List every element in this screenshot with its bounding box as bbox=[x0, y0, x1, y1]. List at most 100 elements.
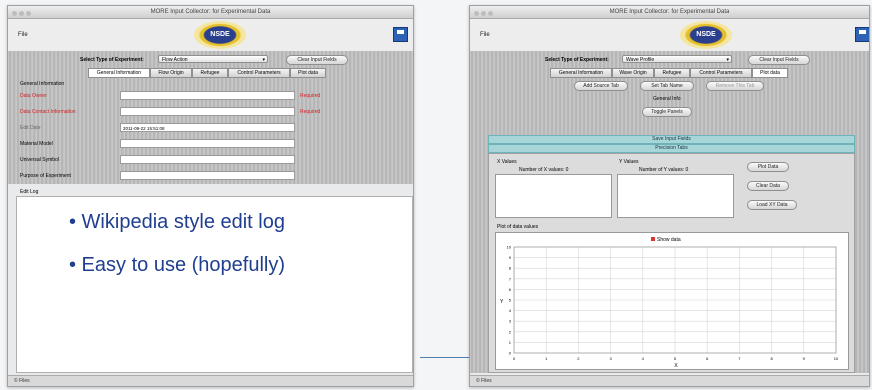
tab-refugee[interactable]: Refugee bbox=[654, 68, 690, 78]
purpose-label: Purpose of Experiment bbox=[20, 173, 71, 179]
clear-input-button[interactable]: Clear Input Fields bbox=[748, 55, 810, 65]
x-values-label: X Values bbox=[497, 159, 517, 165]
window-title: MORE Input Collector: for Experimental D… bbox=[609, 9, 730, 15]
nsde-logo: NSDE bbox=[680, 21, 732, 49]
plot-panel: Show data 10 9 8 7 6 5 4 3 2 1 0 0 1 2 3 4 5 6 7 8 9 10 X Y bbox=[495, 232, 849, 370]
x-tick-label: 1 bbox=[545, 356, 548, 361]
window-title: MORE Input Collector: for Experimental D… bbox=[150, 9, 271, 15]
plot-svg: 109876543210 0 1 2 3 4 5 6 7 8 9 10 X Y bbox=[500, 245, 839, 370]
edit-date-label: Edit Date bbox=[20, 125, 41, 131]
y-axis-title: Y bbox=[500, 299, 504, 305]
x-tick-label: 3 bbox=[609, 356, 612, 361]
y-tick-label: 2 bbox=[509, 329, 512, 334]
save-icon[interactable] bbox=[393, 27, 408, 42]
experiment-type-label: Select Type of Experiment: bbox=[545, 57, 609, 63]
x-tick-label: 9 bbox=[803, 356, 806, 361]
status-bar: © Files bbox=[470, 375, 869, 386]
data-contact-label: Data Contact Information bbox=[20, 109, 76, 115]
logo-text: NSDE bbox=[696, 31, 716, 38]
y-values-list[interactable] bbox=[617, 174, 734, 218]
x-tick-label: 6 bbox=[706, 356, 709, 361]
toggle-panels-button[interactable]: Toggle Panels bbox=[642, 107, 692, 117]
universal-symbol-field[interactable] bbox=[120, 155, 295, 164]
tab-flow-origin[interactable]: Flow Origin bbox=[150, 68, 192, 78]
experiment-type-select[interactable]: Wave Profile ▾ bbox=[622, 55, 732, 63]
x-tick-label: 2 bbox=[577, 356, 580, 361]
y-tick-label: 0 bbox=[509, 351, 512, 356]
left-window: MORE Input Collector: for Experimental D… bbox=[7, 5, 414, 387]
y-tick-label: 1 bbox=[509, 340, 512, 345]
x-tick-label: 10 bbox=[834, 356, 839, 361]
x-tick-label: 4 bbox=[642, 356, 645, 361]
x-values-list[interactable] bbox=[495, 174, 612, 218]
y-tick-label: 10 bbox=[507, 245, 512, 250]
general-info-label: General Info bbox=[653, 96, 681, 102]
tab-refugee[interactable]: Refugee bbox=[192, 68, 228, 78]
y-values-label: Y Values bbox=[619, 159, 639, 165]
experiment-type-label: Select Type of Experiment: bbox=[80, 57, 144, 63]
data-contact-required: Required bbox=[300, 109, 321, 115]
main-panel: Select Type of Experiment: Wave Profile ▾… bbox=[470, 51, 869, 373]
experiment-type-select[interactable]: Flow Action ▾ bbox=[158, 55, 268, 63]
right-titlebar: MORE Input Collector: for Experimental D… bbox=[470, 6, 869, 19]
y-tick-label: 9 bbox=[509, 255, 512, 260]
x-tick-label: 5 bbox=[674, 356, 677, 361]
data-panel: X Values Y Values Number of X values: 0 … bbox=[488, 153, 855, 373]
tab-general-information[interactable]: General Information bbox=[550, 68, 612, 78]
load-xy-data-button[interactable]: Load XY Data bbox=[747, 200, 797, 210]
cyan-row-precision[interactable]: Precision Tabs bbox=[488, 144, 855, 153]
tab-control-parameters[interactable]: Control Parameters bbox=[228, 68, 290, 78]
section-header: General Information bbox=[20, 81, 65, 87]
edit-log-area[interactable]: • Wikipedia style edit log • Easy to use… bbox=[16, 196, 413, 373]
x-tick-label: 8 bbox=[770, 356, 773, 361]
x-tick-label: 7 bbox=[738, 356, 741, 361]
edit-date-field[interactable]: 2011-09-22 15:51:08 bbox=[120, 123, 295, 132]
logo-text: NSDE bbox=[210, 31, 230, 38]
remove-tab-button[interactable]: Remove This Tab bbox=[706, 81, 764, 91]
status-bar: © Files bbox=[8, 375, 413, 386]
tab-control-parameters[interactable]: Control Parameters bbox=[690, 68, 752, 78]
menu-file[interactable]: File bbox=[480, 32, 490, 38]
data-owner-required: Required bbox=[300, 93, 321, 99]
save-icon[interactable] bbox=[855, 27, 869, 42]
bullet-easy-to-use: • Easy to use (hopefully) bbox=[69, 254, 285, 276]
y-tick-label: 6 bbox=[509, 287, 512, 292]
plot-label: Plot of data values bbox=[497, 224, 539, 230]
num-x-label: Number of X values: 0 bbox=[519, 167, 569, 173]
material-model-label: Material Model bbox=[20, 141, 53, 147]
data-contact-field[interactable] bbox=[120, 107, 295, 116]
clear-input-button[interactable]: Clear Input Fields bbox=[286, 55, 348, 65]
tab-wave-origin[interactable]: Wave Origin bbox=[612, 68, 654, 78]
y-tick-label: 5 bbox=[509, 298, 512, 303]
connector-line bbox=[420, 357, 475, 358]
data-owner-field[interactable] bbox=[120, 91, 295, 100]
cyan-row-save[interactable]: Save Input Fields bbox=[488, 135, 855, 144]
tab-plot-data[interactable]: Plot data bbox=[290, 68, 326, 78]
x-axis-title: X bbox=[674, 363, 678, 369]
y-tick-label: 3 bbox=[509, 319, 512, 324]
left-titlebar: MORE Input Collector: for Experimental D… bbox=[8, 6, 413, 19]
num-y-label: Number of Y values: 0 bbox=[639, 167, 689, 173]
plot-data-button[interactable]: Plot Data bbox=[747, 162, 789, 172]
material-model-field[interactable] bbox=[120, 139, 295, 148]
purpose-field[interactable] bbox=[120, 171, 295, 180]
main-panel: Select Type of Experiment: Flow Action ▾ … bbox=[8, 51, 413, 184]
clear-data-button[interactable]: Clear Data bbox=[747, 181, 789, 191]
tab-plot-data[interactable]: Plot data bbox=[752, 68, 788, 78]
y-tick-label: 7 bbox=[509, 276, 512, 281]
menubar: File NSDE bbox=[470, 19, 869, 51]
menu-file[interactable]: File bbox=[18, 32, 28, 38]
set-tab-name-button[interactable]: Set Tab Name bbox=[640, 81, 694, 91]
bullet-wikipedia: • Wikipedia style edit log bbox=[69, 211, 285, 233]
y-tick-label: 4 bbox=[509, 308, 512, 313]
tab-general-information[interactable]: General Information bbox=[88, 68, 150, 78]
menubar: File NSDE bbox=[8, 19, 413, 51]
right-window: MORE Input Collector: for Experimental D… bbox=[469, 5, 870, 387]
add-source-tab-button[interactable]: Add Source Tab bbox=[574, 81, 628, 91]
x-tick-label: 0 bbox=[513, 356, 516, 361]
y-tick-label: 8 bbox=[509, 266, 512, 271]
nsde-logo: NSDE bbox=[194, 21, 246, 49]
edit-log-label: Edit Log bbox=[20, 189, 39, 195]
data-owner-label: Data Owner bbox=[20, 93, 47, 99]
universal-symbol-label: Universal Symbol bbox=[20, 157, 59, 163]
